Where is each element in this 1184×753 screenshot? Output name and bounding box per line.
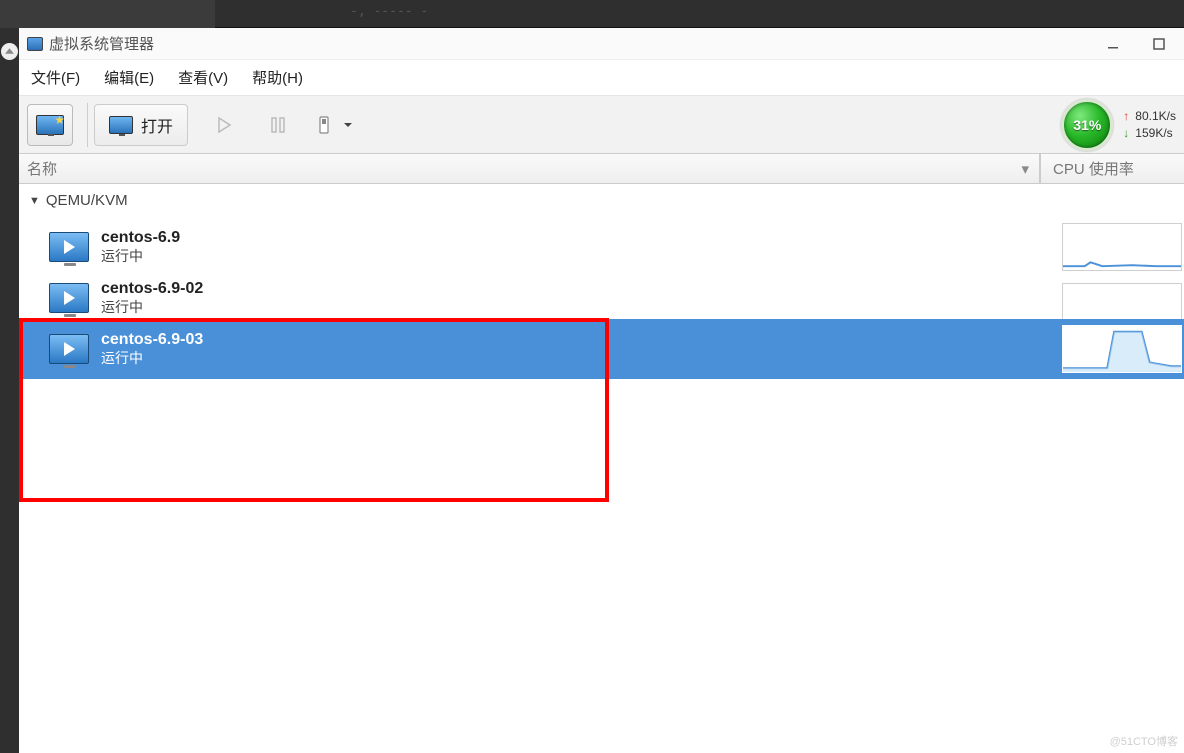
connection-row[interactable]: ▼ QEMU/KVM [19, 184, 1184, 217]
toolbar-right: 31% ↑ 80.1K/s ↓ 159K/s [1061, 96, 1184, 154]
column-cpu-label: CPU 使用率 [1053, 158, 1134, 179]
arrow-up-icon: ↑ [1123, 108, 1129, 125]
scroll-up-icon[interactable] [1, 43, 18, 60]
system-gauge[interactable]: 31% [1061, 99, 1113, 151]
menu-view[interactable]: 查看(V) [178, 67, 228, 88]
cpu-sparkline [1062, 283, 1182, 319]
vm-name: centos-6.9-03 [101, 330, 203, 350]
titlebar: 虚拟系统管理器 [19, 28, 1184, 60]
toolbar: ★ 打开 31% [19, 96, 1184, 154]
vm-status: 运行中 [101, 299, 203, 317]
shutdown-button[interactable] [314, 107, 354, 143]
pause-button[interactable] [260, 107, 296, 143]
network-stats: ↑ 80.1K/s ↓ 159K/s [1123, 108, 1176, 142]
vm-row[interactable]: centos-6.9-02运行中 [19, 277, 1184, 319]
vm-status: 运行中 [101, 248, 180, 266]
vm-texts: centos-6.9运行中 [101, 228, 180, 266]
vm-name: centos-6.9-02 [101, 279, 203, 299]
vm-list: ▼ QEMU/KVM centos-6.9运行中centos-6.9-02运行中… [19, 184, 1184, 379]
column-cpu[interactable]: CPU 使用率 [1040, 154, 1184, 183]
cpu-sparkline [1062, 223, 1182, 271]
column-name[interactable]: 名称 ▾ [19, 158, 1039, 179]
net-download-value: 159K/s [1135, 125, 1172, 142]
gauge-value: 31% [1073, 117, 1101, 133]
minimize-button[interactable] [1106, 37, 1120, 51]
new-vm-button[interactable]: ★ [27, 104, 73, 146]
open-label: 打开 [141, 113, 173, 137]
outer-faint-text: -, ----- - [350, 4, 428, 19]
play-icon [64, 342, 75, 356]
menubar: 文件(F) 编辑(E) 查看(V) 帮助(H) [19, 60, 1184, 96]
vm-texts: centos-6.9-02运行中 [101, 279, 203, 317]
play-icon [64, 291, 75, 305]
window-controls [1106, 37, 1176, 51]
monitor-new-icon: ★ [36, 115, 64, 135]
desktop-background: -, ----- - 虚拟系统管理器 文件(F) 编辑(E) 查看(V) [0, 0, 1184, 753]
cpu-sparkline [1062, 325, 1182, 373]
run-button[interactable] [206, 107, 242, 143]
star-icon: ★ [54, 113, 65, 127]
maximize-button[interactable] [1152, 37, 1166, 51]
net-upload-row: ↑ 80.1K/s [1123, 108, 1176, 125]
menu-file[interactable]: 文件(F) [31, 67, 80, 88]
chevron-down-icon [342, 119, 354, 131]
sort-icon: ▾ [1021, 160, 1029, 178]
vm-monitor-icon [49, 232, 89, 262]
window-title: 虚拟系统管理器 [49, 33, 154, 54]
column-name-label: 名称 [27, 158, 57, 179]
play-icon [64, 240, 75, 254]
virt-manager-window: 虚拟系统管理器 文件(F) 编辑(E) 查看(V) 帮助(H) ★ [19, 28, 1184, 753]
open-button[interactable]: 打开 [94, 104, 188, 146]
outer-left-strip [0, 28, 19, 753]
column-headers: 名称 ▾ CPU 使用率 [19, 154, 1184, 184]
monitor-open-icon [109, 116, 133, 134]
vm-status: 运行中 [101, 350, 203, 368]
toolbar-separator [87, 103, 88, 147]
net-upload-value: 80.1K/s [1135, 108, 1176, 125]
menu-edit[interactable]: 编辑(E) [104, 67, 154, 88]
vm-texts: centos-6.9-03运行中 [101, 330, 203, 368]
outer-top-bar: -, ----- - [0, 0, 1184, 28]
vm-monitor-icon [49, 283, 89, 313]
connection-label: QEMU/KVM [46, 192, 128, 209]
vm-name: centos-6.9 [101, 228, 180, 248]
app-icon [27, 37, 43, 51]
chevron-down-icon: ▼ [29, 195, 40, 207]
vm-row[interactable]: centos-6.9-03运行中 [19, 319, 1184, 379]
vm-monitor-icon [49, 334, 89, 364]
menu-help[interactable]: 帮助(H) [252, 67, 303, 88]
arrow-down-icon: ↓ [1123, 125, 1129, 142]
vm-row[interactable]: centos-6.9运行中 [19, 217, 1184, 277]
outer-tab [0, 0, 215, 28]
net-download-row: ↓ 159K/s [1123, 125, 1176, 142]
watermark: @51CTO博客 [1110, 733, 1178, 749]
